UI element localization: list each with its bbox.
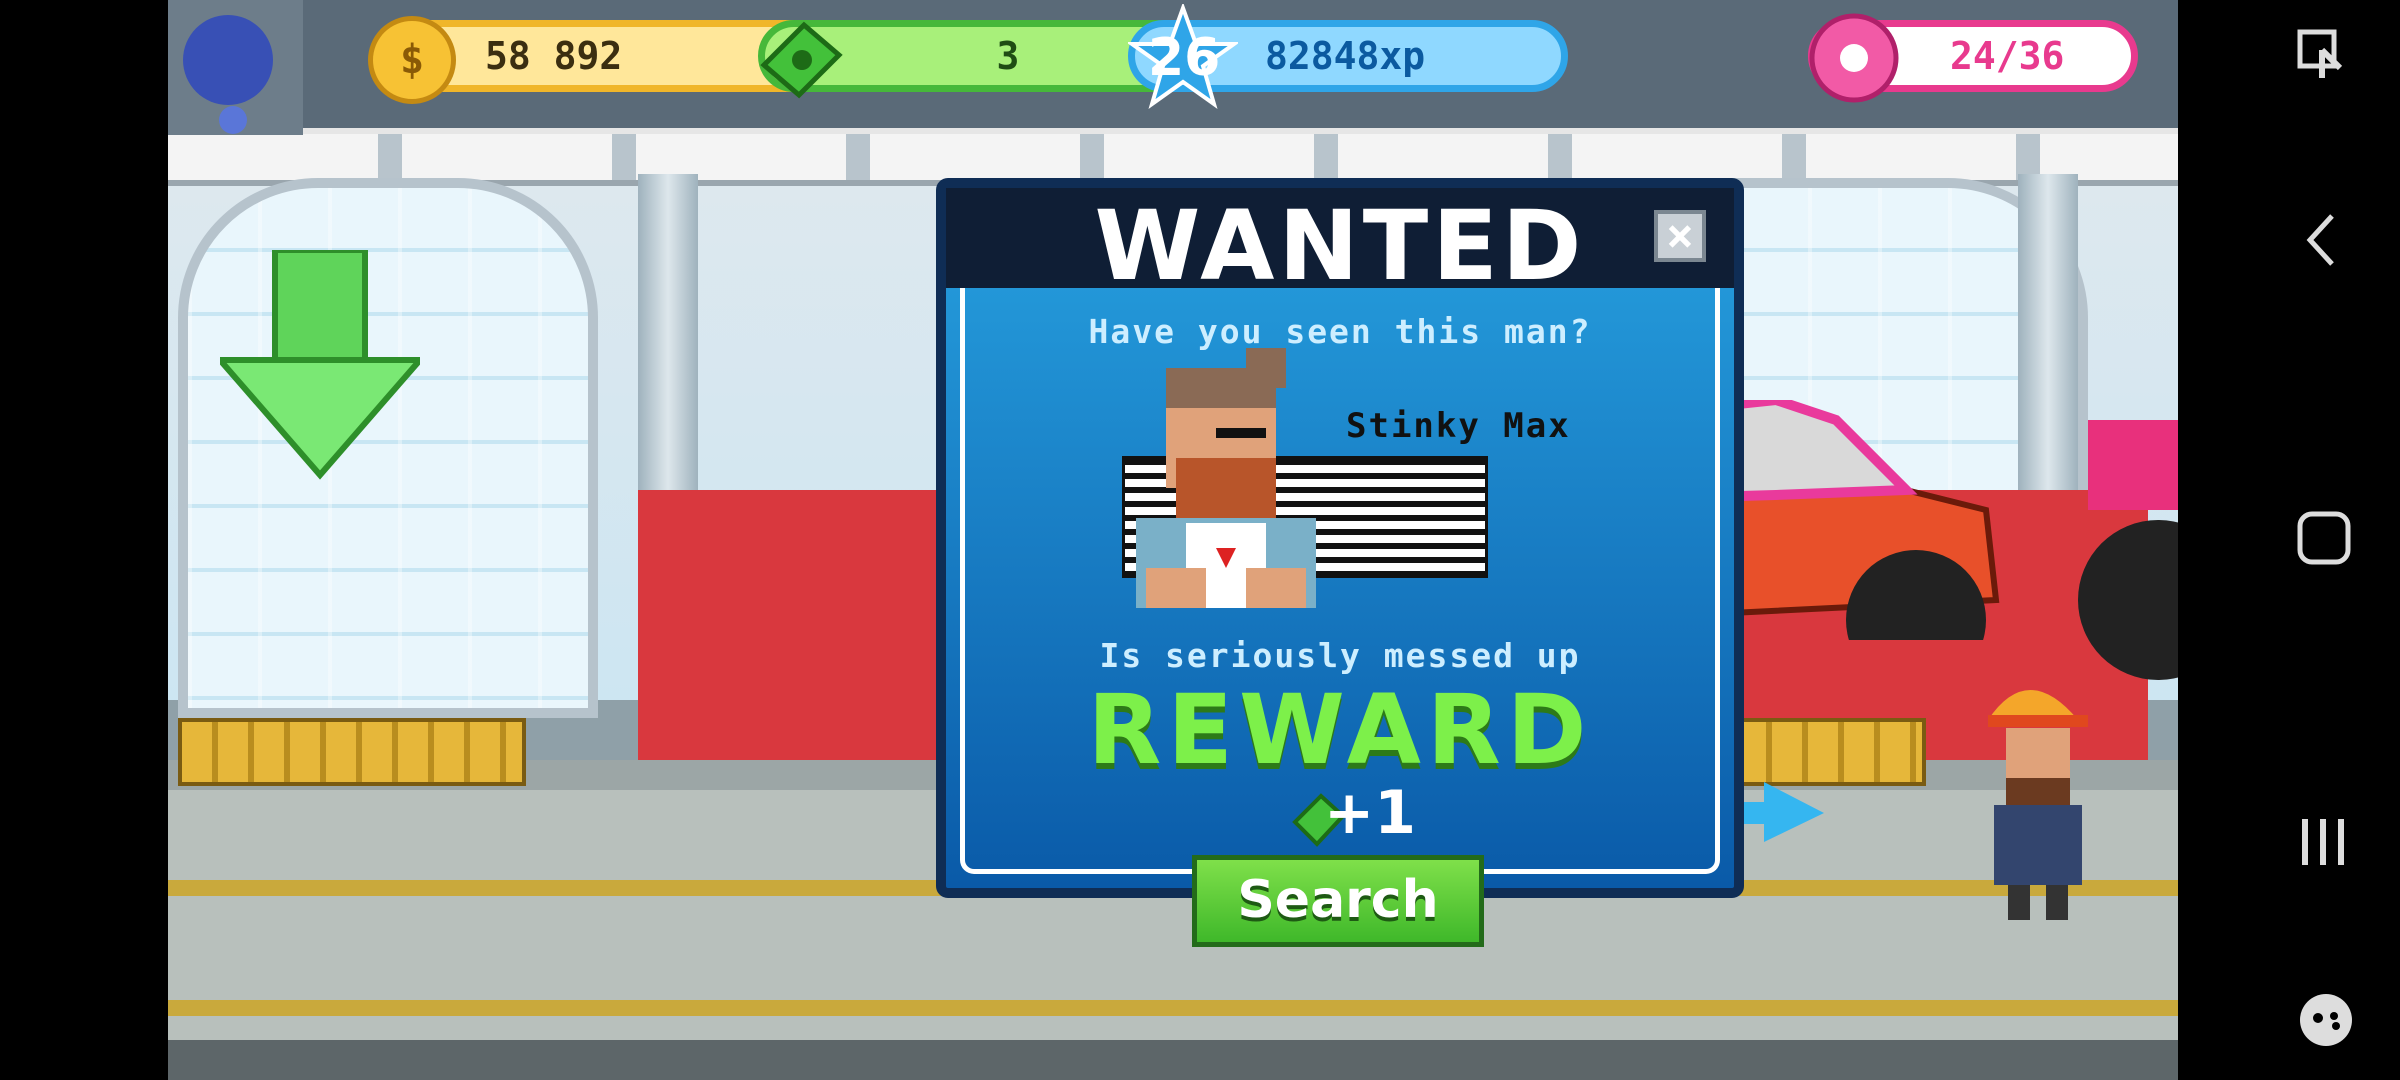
xp-value: 82848xp bbox=[1265, 34, 1426, 78]
suspect-portrait bbox=[1136, 348, 1316, 608]
coin-icon: $ bbox=[368, 16, 456, 104]
recents-icon[interactable] bbox=[2298, 815, 2350, 871]
game-launcher-icon[interactable] bbox=[2296, 990, 2356, 1050]
floor-edge bbox=[168, 1040, 2178, 1080]
close-button[interactable]: × bbox=[1654, 210, 1706, 262]
donut-value: 24/36 bbox=[1950, 34, 2065, 78]
worker-character[interactable] bbox=[1968, 660, 2098, 930]
floor-stripe bbox=[168, 1000, 2178, 1016]
reward-amount: +1 bbox=[1323, 778, 1417, 848]
cash-icon bbox=[760, 21, 843, 99]
level-number: 26 bbox=[1148, 28, 1221, 88]
dialog-title: WANTED bbox=[1094, 190, 1586, 302]
search-button[interactable]: Search bbox=[1192, 855, 1484, 947]
back-icon[interactable] bbox=[2302, 210, 2342, 270]
red-wall bbox=[638, 490, 938, 760]
home-icon[interactable] bbox=[2296, 510, 2352, 566]
donut-icon bbox=[1809, 13, 1899, 103]
suspect-description: Is seriously messed up bbox=[1099, 636, 1581, 675]
screen-touch-icon[interactable] bbox=[2296, 28, 2352, 88]
green-down-arrow-icon[interactable] bbox=[220, 250, 420, 480]
game-viewport[interactable]: 58 892 + $ 3 + 82848xp 26 24/36 WANTED ×… bbox=[168, 0, 2178, 1080]
dialog-subtitle: Have you seen this man? bbox=[1088, 312, 1592, 351]
profile-avatar[interactable] bbox=[168, 0, 303, 140]
reward-label: REWARD bbox=[1087, 674, 1593, 786]
wanted-dialog: WANTED × Have you seen this man? Stinky … bbox=[936, 178, 1744, 898]
conveyor-rail bbox=[178, 718, 526, 786]
system-nav-bar bbox=[2178, 0, 2400, 1080]
suspect-name: Stinky Max bbox=[1346, 406, 1571, 446]
coins-value: 58 892 bbox=[485, 34, 623, 78]
